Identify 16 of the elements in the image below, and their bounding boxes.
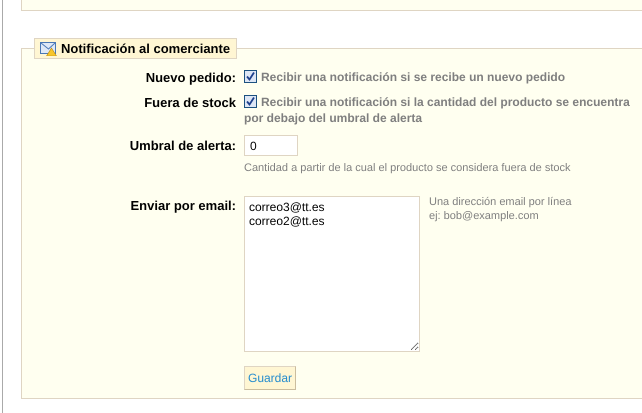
- field-hint: Cantidad a partir de la cual el producto se considera fuera de stock: [244, 162, 572, 174]
- field-hint: ej: bob@example.com: [429, 210, 540, 222]
- textarea-field[interactable]: correo3@tt.es correo2@tt.es: [244, 196, 420, 352]
- field-label: Enviar por email:: [130, 197, 236, 213]
- field-label: Fuera de stock: [143, 94, 236, 110]
- field-hint: Una dirección email por línea: [429, 196, 572, 208]
- field-label: Nuevo pedido:: [144, 69, 236, 85]
- checkbox[interactable]: [244, 70, 257, 83]
- input-field[interactable]: 0: [244, 135, 298, 156]
- checkbox[interactable]: [244, 95, 257, 108]
- save-button[interactable]: Guardar: [244, 366, 296, 390]
- checkbox-label[interactable]: Recibir una notificación si la cantidad del producto se encuentra por debajo del umbral de alerta: [244, 94, 634, 126]
- checkbox-label[interactable]: Recibir una notificación si se recibe un nuevo pedido: [244, 69, 634, 85]
- mail-warning-icon: [40, 42, 57, 56]
- field-label: Umbral de alerta:: [128, 137, 236, 153]
- legend-title: Notificación al comerciante: [61, 41, 230, 56]
